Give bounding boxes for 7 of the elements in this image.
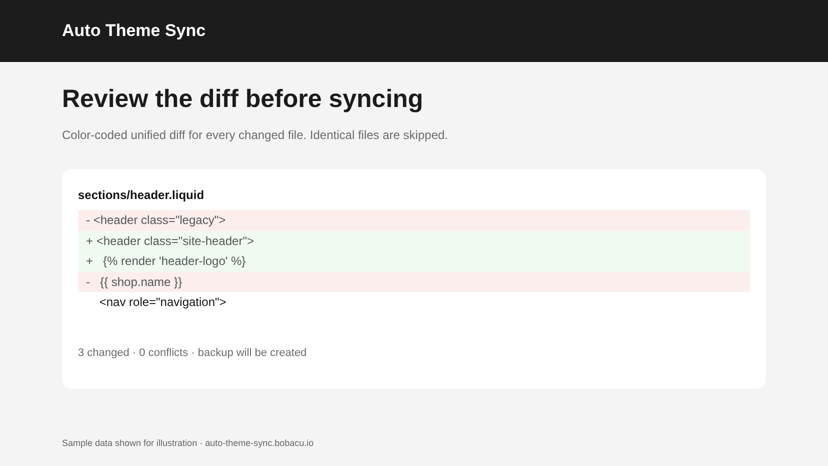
- context-diff-line: <nav role="navigation">: [98, 294, 228, 311]
- page-subtitle: Color-coded unified diff for every changed file. Identical files are skipped.: [62, 127, 449, 144]
- footer-note: Sample data shown for illustration · auto-theme-sync.bobacu.io: [62, 437, 315, 450]
- app-title: Auto Theme Sync: [62, 20, 206, 42]
- diff-summary: 3 changed · 0 conflicts · backup will be created: [78, 346, 308, 360]
- file-name: sections/header.liquid: [78, 187, 206, 204]
- page-heading: Review the diff before syncing: [62, 84, 424, 114]
